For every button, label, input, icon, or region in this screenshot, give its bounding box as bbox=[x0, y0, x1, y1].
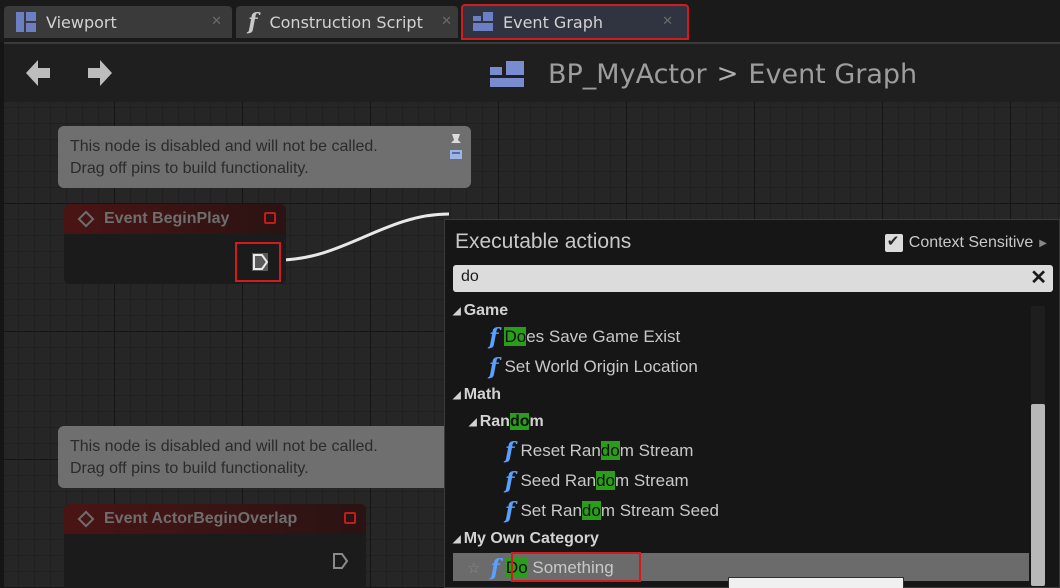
comment-bubble[interactable]: This node is disabled and will not be ca… bbox=[58, 426, 471, 488]
tab-label: Viewport bbox=[46, 12, 117, 32]
collapse-arrow-icon[interactable]: ◢ bbox=[469, 417, 477, 428]
action-reset-random-stream[interactable]: f Reset Random Stream bbox=[505, 436, 693, 466]
viewport-icon bbox=[16, 12, 36, 32]
scrollbar-thumb[interactable] bbox=[1031, 404, 1045, 586]
action-label: Seed Random Stream bbox=[520, 471, 689, 490]
breadcrumb-separator: > bbox=[716, 59, 739, 89]
comment-text: Drag off pins to build functionality. bbox=[70, 460, 309, 477]
action-does-save-game-exist[interactable]: f Does Save Game Exist bbox=[489, 322, 680, 352]
tab-label: Construction Script bbox=[269, 12, 423, 32]
event-diamond-icon bbox=[77, 210, 95, 228]
comment-text: This node is disabled and will not be ca… bbox=[70, 138, 378, 155]
close-icon[interactable]: ✕ bbox=[662, 14, 673, 29]
favorite-star-icon[interactable]: ☆ bbox=[467, 559, 480, 577]
category-label: Game bbox=[463, 302, 509, 319]
tooltip bbox=[728, 577, 904, 588]
function-icon: f bbox=[505, 498, 515, 524]
action-label: Set World Origin Location bbox=[504, 357, 698, 376]
selection-highlight bbox=[511, 552, 641, 582]
category-label: Random bbox=[479, 413, 544, 430]
category-math[interactable]: ◢ Math bbox=[453, 380, 501, 410]
event-actorbeginoverlap-node[interactable]: Event ActorBeginOverlap bbox=[64, 504, 366, 588]
tab-label: Event Graph bbox=[503, 12, 603, 32]
tab-event-graph[interactable]: Event Graph ✕ bbox=[461, 4, 689, 40]
exec-output-pin-icon[interactable] bbox=[252, 253, 268, 271]
search-input[interactable]: do ✕ bbox=[453, 265, 1053, 292]
action-label: Reset Random Stream bbox=[520, 441, 694, 460]
search-value: do bbox=[461, 268, 479, 285]
function-icon: f bbox=[505, 468, 515, 494]
tab-viewport[interactable]: Viewport ✕ bbox=[4, 6, 232, 38]
event-graph-icon bbox=[473, 12, 493, 32]
breadcrumb-graph: Event Graph bbox=[748, 58, 918, 90]
action-label: Does Save Game Exist bbox=[504, 327, 681, 346]
category-my-own-category[interactable]: ◢ My Own Category bbox=[453, 524, 599, 554]
node-title: Event BeginPlay bbox=[104, 210, 230, 227]
delegate-pin-icon[interactable] bbox=[264, 212, 276, 224]
blueprint-icon bbox=[490, 59, 526, 89]
context-sensitive-toggle[interactable]: Context Sensitive ▶ bbox=[884, 232, 1047, 252]
action-label: Set Random Stream Seed bbox=[520, 501, 719, 520]
back-arrow-icon[interactable] bbox=[24, 58, 52, 88]
expand-arrow-icon[interactable]: ▶ bbox=[1039, 238, 1047, 249]
pin-icon[interactable] bbox=[449, 132, 463, 162]
delegate-pin-icon[interactable] bbox=[344, 512, 356, 524]
action-menu-title: Executable actions bbox=[455, 230, 632, 253]
action-seed-random-stream[interactable]: f Seed Random Stream bbox=[505, 466, 689, 496]
exec-output-pin-icon[interactable] bbox=[332, 552, 348, 570]
close-icon[interactable]: ✕ bbox=[441, 14, 452, 29]
checkbox-icon[interactable] bbox=[884, 232, 903, 252]
function-icon: f bbox=[489, 324, 499, 350]
event-diamond-icon bbox=[77, 510, 95, 528]
close-icon[interactable]: ✕ bbox=[211, 14, 222, 29]
comment-text: This node is disabled and will not be ca… bbox=[70, 438, 378, 455]
collapse-arrow-icon[interactable]: ◢ bbox=[453, 390, 461, 401]
collapse-arrow-icon[interactable]: ◢ bbox=[453, 306, 461, 317]
collapse-arrow-icon[interactable]: ◢ bbox=[453, 534, 461, 545]
category-random[interactable]: ◢ Random bbox=[469, 407, 544, 437]
action-set-world-origin-location[interactable]: f Set World Origin Location bbox=[489, 352, 698, 382]
comment-bubble[interactable]: This node is disabled and will not be ca… bbox=[58, 126, 471, 188]
action-set-random-stream-seed[interactable]: f Set Random Stream Seed bbox=[505, 496, 719, 526]
breadcrumb: BP_MyActor > Event Graph bbox=[490, 56, 917, 92]
context-sensitive-label: Context Sensitive bbox=[908, 234, 1034, 251]
action-menu: Executable actions Context Sensitive ▶ d… bbox=[444, 219, 1060, 588]
comment-text: Drag off pins to build functionality. bbox=[70, 160, 309, 177]
node-title: Event ActorBeginOverlap bbox=[104, 510, 298, 527]
function-icon: f bbox=[248, 9, 258, 35]
forward-arrow-icon[interactable] bbox=[86, 58, 114, 88]
category-label: My Own Category bbox=[463, 530, 599, 547]
breadcrumb-blueprint[interactable]: BP_MyActor bbox=[548, 59, 707, 90]
action-list-scrollbar[interactable] bbox=[1031, 306, 1045, 586]
function-icon: f bbox=[489, 354, 499, 380]
tab-bar: Viewport ✕ f Construction Script ✕ Event… bbox=[0, 0, 1060, 42]
function-icon: f bbox=[490, 555, 500, 581]
function-icon: f bbox=[505, 438, 515, 464]
clear-icon[interactable]: ✕ bbox=[1030, 265, 1047, 290]
tab-construction-script[interactable]: f Construction Script ✕ bbox=[236, 6, 458, 38]
category-label: Math bbox=[463, 386, 502, 403]
graph-toolbar: BP_MyActor > Event Graph bbox=[4, 42, 1060, 102]
